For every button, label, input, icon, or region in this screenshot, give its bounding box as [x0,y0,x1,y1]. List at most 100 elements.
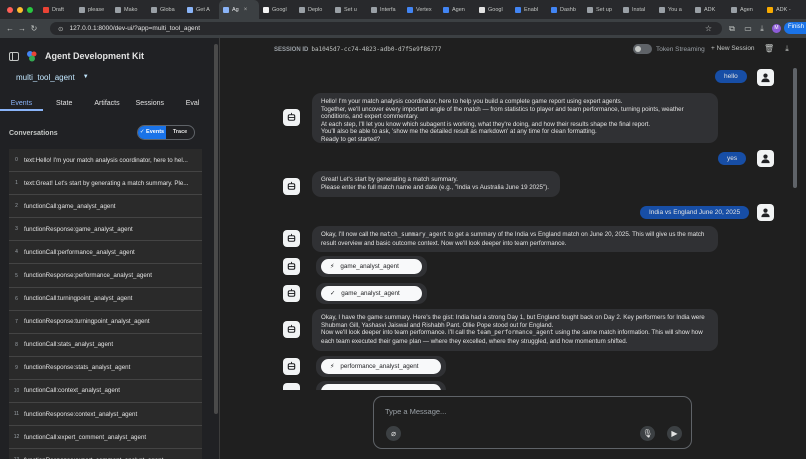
new-session-button[interactable]: + New Session [711,45,755,52]
download-icon[interactable]: ⤓ [756,24,768,34]
tab-title: ADK - [776,6,791,13]
function-name: game_analyst_agent [341,290,400,297]
token-streaming-switch[interactable] [633,44,652,54]
tab-favicon-icon [659,6,665,13]
tab-favicon-icon [731,6,737,13]
tab-title: Enabl [524,6,539,13]
agent-select-value: multi_tool_agent [16,72,75,82]
address-bar-row: ← → ↻ ⊙ 127.0.0.1:8000/dev-ui/?app=multi… [0,19,806,38]
browser-tab[interactable]: please [75,0,111,19]
minimize-window-button[interactable] [17,6,23,13]
back-icon[interactable]: ← [4,24,16,33]
site-info-icon[interactable]: ⊙ [58,25,63,33]
browser-tab[interactable]: Mako [111,0,147,19]
attach-icon[interactable]: ⌀ [386,426,401,441]
agent-select[interactable]: multi_tool_agent ▼ [9,69,96,85]
browser-tab[interactable]: Interfa [367,0,403,19]
events-toggle-option[interactable]: ✓ Events [138,126,166,139]
function-call-chip[interactable]: ⚡ game_analyst_agent [321,259,422,274]
event-row[interactable]: 1 text:Great! Let's start by generating a… [9,172,202,196]
reload-icon[interactable]: ↻ [28,24,40,33]
close-tab-icon[interactable]: × [244,7,248,13]
browser-tab[interactable]: Set u [331,0,367,19]
tab-sessions[interactable]: Sessions [128,96,171,111]
video-camera-icon[interactable]: ▶ [667,426,682,441]
browser-tab[interactable]: Agen [727,0,763,19]
browser-tab[interactable]: Ag × [219,0,259,19]
event-index: 1 [15,180,18,187]
browser-tab[interactable]: Draft [39,0,75,19]
tab-events[interactable]: Events [0,96,43,111]
event-row[interactable]: 13functionResponse:expert_comment_analys… [9,449,202,459]
message-list: hello Hello! I'm your match analysis coo… [220,62,806,390]
browser-tab[interactable]: Googl [259,0,295,19]
event-row[interactable]: 3 functionResponse:game_analyst_agent [9,218,202,242]
event-row[interactable]: 9 functionResponse:stats_analyst_agent [9,356,202,380]
tab-state[interactable]: State [43,96,86,111]
tab-favicon-icon [151,6,157,13]
user-avatar-icon [757,204,774,221]
browser-tab[interactable]: Get A [183,0,219,19]
tab-eval[interactable]: Eval [171,96,214,111]
tab-artifacts[interactable]: Artifacts [86,96,129,111]
tab-title: Set up [596,6,612,13]
function-response-chip[interactable] [321,384,441,390]
extensions-icon[interactable]: ⧉ [726,24,738,34]
browser-tab[interactable]: Set up [583,0,619,19]
event-row[interactable]: 8 functionCall:stats_analyst_agent [9,333,202,357]
export-download-icon[interactable]: ⤓ [782,44,792,54]
close-window-button[interactable] [7,6,13,13]
maximize-window-button[interactable] [27,6,33,13]
browser-tab[interactable]: Dashb [547,0,583,19]
profile-avatar[interactable]: M [772,24,781,33]
bookmark-star-icon[interactable]: ☆ [705,24,712,33]
toggle-sidebar-icon[interactable] [9,51,19,61]
browser-tab[interactable]: Googl [475,0,511,19]
event-text: functionResponse:stats_analyst_agent [24,364,131,372]
function-call-chip[interactable]: ⚡ performance_analyst_agent [321,359,441,374]
event-row[interactable]: 6 functionCall:turningpoint_analyst_agent [9,287,202,311]
bot-message-line: Okay, I have the game summary. Here's th… [321,314,705,329]
bot-message: Hello! I'm your match analysis coordinat… [312,93,718,143]
function-response-chip[interactable]: ✓ game_analyst_agent [321,286,422,301]
chat-scrollbar[interactable] [793,68,797,188]
tab-favicon-icon [223,6,229,13]
microphone-icon[interactable]: 🎙 [640,426,655,441]
agent-code: team_performance_agent [476,330,554,336]
trace-toggle-option[interactable]: Trace [166,126,194,139]
event-row[interactable]: 11 functionResponse:context_analyst_agent [9,403,202,427]
event-row[interactable]: 0 text:Hello! I'm your match analysis coo… [9,149,202,173]
tab-title: Instal [632,6,646,13]
event-row[interactable]: 2 functionCall:game_analyst_agent [9,195,202,219]
sidepanel-icon[interactable]: ▭ [742,24,754,33]
message-input[interactable]: Type a Message... [385,407,446,416]
bot-message: Great! Let's start by generating a match… [312,171,560,197]
browser-tab[interactable]: ADK - [763,0,799,19]
delete-icon[interactable]: 🗑 [764,44,774,54]
event-row[interactable]: 5 functionResponse:performance_analyst_ag… [9,264,202,288]
url-field[interactable]: ⊙ 127.0.0.1:8000/dev-ui/?app=multi_tool_… [50,22,722,35]
browser-tab[interactable]: Enabl [511,0,547,19]
bot-message-line: Great! Let's start by generating a match… [321,176,458,183]
event-row[interactable]: 7 functionResponse:turningpoint_analyst_a… [9,310,202,334]
tab-favicon-icon [43,6,49,13]
event-row[interactable]: 12 functionCall:expert_comment_analyst_ag… [9,426,202,450]
browser-tab[interactable]: Instal [619,0,655,19]
browser-tab[interactable]: You a [655,0,691,19]
function-call-bubble: ⚡ performance_analyst_agent [316,356,446,377]
browser-tab[interactable]: Globa [147,0,183,19]
tab-title: Agen [740,6,753,13]
browser-tab[interactable]: Vertex [403,0,439,19]
finish-update-button[interactable]: Finish [784,22,806,34]
sidebar-scrollbar[interactable] [214,44,218,414]
browser-tab[interactable]: Agen [439,0,475,19]
browser-tab[interactable]: Deplo [295,0,331,19]
event-list: 0 text:Hello! I'm your match analysis coo… [9,149,202,459]
token-streaming-toggle[interactable]: Token Streaming [633,44,705,54]
event-row[interactable]: 4 functionCall:performance_analyst_agent [9,241,202,265]
bot-avatar-icon [283,383,300,390]
browser-tab[interactable]: ADK [691,0,727,19]
forward-icon[interactable]: → [16,24,28,33]
event-row[interactable]: 10 functionCall:context_analyst_agent [9,379,202,404]
app-title: Agent Development Kit [45,51,145,61]
